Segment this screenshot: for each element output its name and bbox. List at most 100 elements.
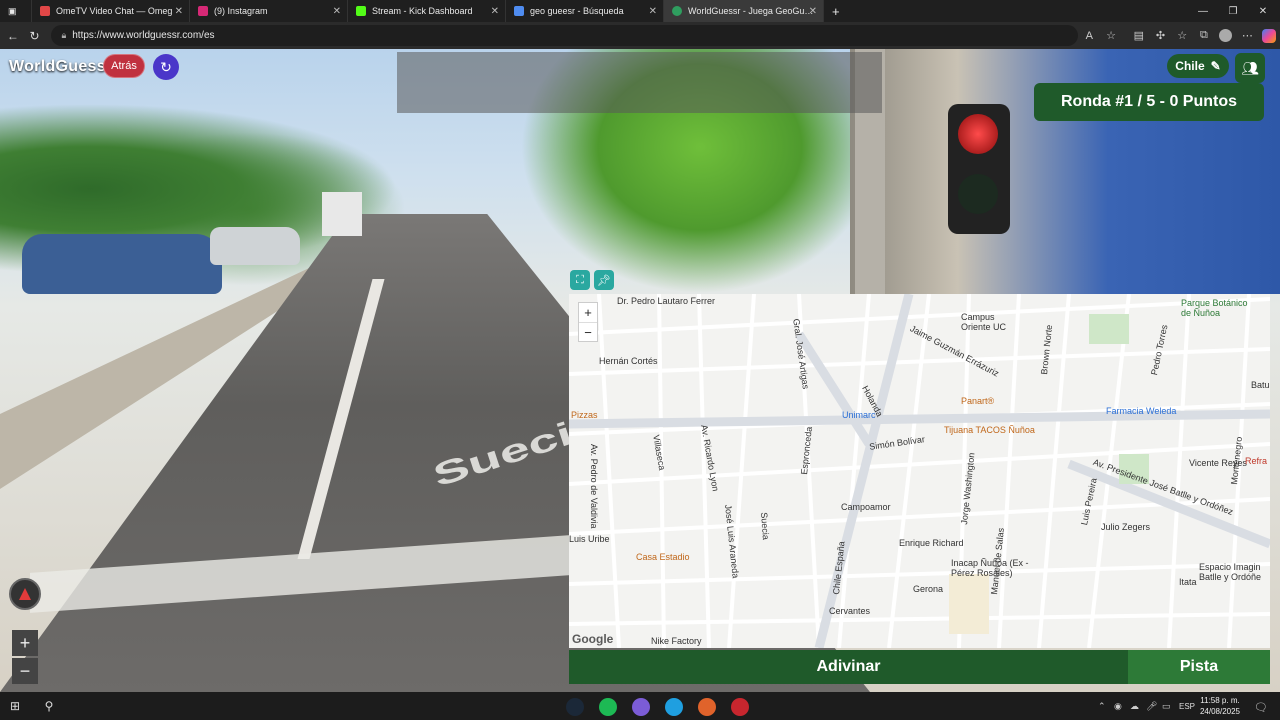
tray-chevron-icon[interactable]: ⌃ (1098, 701, 1106, 712)
map-street-label: Suecia (759, 512, 771, 541)
reload-icon: ↻ (29, 28, 40, 43)
close-window-button[interactable]: ✕ (1248, 0, 1278, 22)
system-clock[interactable]: 11:58 p. m. 24/08/2025 (1196, 695, 1244, 717)
compass[interactable] (9, 578, 41, 610)
favorite-button[interactable]: ☆ (1100, 25, 1122, 47)
tab-actions-icon: ▣ (8, 5, 17, 16)
close-icon[interactable]: ✕ (333, 6, 341, 17)
plus-icon: + (832, 3, 840, 19)
pin-map-button[interactable]: 📌︎ (594, 270, 614, 290)
url-input[interactable]: 🔒︎ https://www.worldguessr.com/es (51, 25, 1079, 46)
minus-icon: − (19, 660, 31, 681)
clock-time: 11:58 p. m. (1200, 696, 1240, 705)
worldguessr-logo[interactable]: WorldGuessr (9, 58, 112, 76)
start-button[interactable]: ⊞ (2, 693, 28, 719)
close-icon[interactable]: ✕ (491, 6, 499, 17)
profile-button[interactable] (1215, 25, 1237, 47)
game-area: Suecia WorldGuessr Atrás ↻ Chile ✎ 👥︎ Ro… (0, 49, 1280, 692)
notifications-icon[interactable]: 🗨︎ (1254, 701, 1268, 714)
tab-ometv[interactable]: OmeTV Video Chat — Omeg ✕ (32, 0, 190, 22)
plus-icon: + (19, 632, 31, 653)
puzzle-icon: ✣ (1155, 30, 1166, 42)
map-street-label: Hernán Cortés (599, 356, 658, 366)
close-icon[interactable]: ✕ (175, 6, 183, 17)
map-zoom-in-button[interactable]: + (579, 303, 597, 322)
search-button[interactable]: ⚲ (36, 693, 62, 719)
tab-instagram[interactable]: (9) Instagram ✕ (190, 0, 348, 22)
map-street-label: Gerona (913, 584, 944, 594)
browser-tab-bar: ▣ OmeTV Video Chat — Omeg ✕ (9) Instagra… (0, 0, 1280, 22)
back-to-menu-button[interactable]: Atrás (103, 54, 145, 78)
tab-label: OmeTV Video Chat — Omeg (56, 6, 173, 16)
favorites-button[interactable]: ☆ (1171, 25, 1193, 47)
map-poi-label: Pizzas (571, 410, 598, 420)
tab-worldguessr[interactable]: WorldGuessr - Juega GeoGuessr ✕ (664, 0, 824, 22)
street-zoom-out-button[interactable]: − (12, 658, 38, 684)
back-button[interactable]: ← (2, 25, 24, 47)
country-selector[interactable]: Chile ✎ (1167, 54, 1229, 78)
map-street-label: Cervantes (829, 606, 871, 616)
map-poi-label: Refra (1245, 456, 1268, 466)
street-zoom-in-button[interactable]: + (12, 630, 38, 656)
close-icon[interactable]: ✕ (649, 6, 657, 17)
tab-search[interactable]: geo gueesr - Búsqueda ✕ (506, 0, 664, 22)
extensions-button[interactable]: ✣ (1150, 25, 1172, 47)
tab-kick[interactable]: Stream - Kick Dashboard ✕ (348, 0, 506, 22)
windows-icon: ⊞ (9, 699, 21, 713)
map-poi-label: Tijuana TACOS Ñuñoa (944, 425, 1035, 435)
read-aloud-button[interactable]: A (1078, 25, 1100, 47)
tray-monitor-icon[interactable]: ▭ (1162, 701, 1171, 712)
discord-icon[interactable] (632, 698, 650, 716)
collections-button[interactable]: ⧉ (1193, 25, 1215, 47)
map-poi-label: Casa Estadio (636, 552, 690, 562)
expand-icon: ⛶ (576, 273, 584, 286)
map-toolbar: ⛶ 📌︎ (570, 270, 614, 290)
edge-icon[interactable] (665, 698, 683, 716)
tray-cloud-icon[interactable]: ☁ (1130, 701, 1139, 712)
maximize-button[interactable]: ❐ (1218, 0, 1248, 22)
menu-button[interactable]: ⋯ (1237, 25, 1259, 47)
worldguessr-favicon-icon (672, 6, 682, 16)
new-tab-button[interactable]: + (824, 0, 848, 22)
obs-icon[interactable] (731, 698, 749, 716)
traffic-light-red (958, 114, 998, 154)
map-street-label: Itata (1179, 577, 1197, 587)
tab-actions-button[interactable]: ▣ (0, 0, 32, 22)
input-language[interactable]: ESP (1179, 702, 1195, 711)
copilot-icon (1262, 28, 1277, 43)
map-poi-label: Unimarc (842, 410, 876, 420)
search-favicon-icon (514, 6, 524, 16)
guess-map[interactable]: Dr. Pedro Lautaro Ferrer Campus Oriente … (569, 294, 1270, 648)
map-zoom-out-button[interactable]: − (579, 322, 597, 341)
pencil-icon: ✎ (1210, 59, 1221, 73)
lock-icon: 🔒︎ (61, 30, 67, 40)
map-zoom-control: + − (578, 302, 598, 342)
party-button[interactable]: 👥︎ (1235, 53, 1265, 83)
tab-label: WorldGuessr - Juega GeoGuessr (688, 6, 815, 16)
restore-icon: ❐ (1228, 5, 1238, 17)
map-street-label: Dr. Pedro Lautaro Ferrer (617, 296, 716, 306)
tray-mic-icon[interactable]: 🎤︎ (1146, 701, 1157, 712)
traffic-light-green (958, 174, 998, 214)
copilot-button[interactable] (1258, 25, 1280, 47)
arrow-left-icon: ← (6, 28, 19, 43)
reload-button[interactable]: ↻ (24, 25, 46, 47)
app-icon[interactable] (698, 698, 716, 716)
tray-app-icon[interactable]: ◉ (1114, 701, 1122, 712)
hint-button[interactable]: Pista (1128, 650, 1270, 684)
url-text: https://www.worldguessr.com/es (72, 30, 215, 41)
minimize-button[interactable]: — (1188, 0, 1218, 22)
tab-label: geo gueesr - Búsqueda (530, 6, 624, 16)
close-icon[interactable]: ✕ (809, 6, 817, 17)
clock-date: 24/08/2025 (1199, 707, 1241, 716)
spotify-icon[interactable] (599, 698, 617, 716)
avatar-icon (1219, 29, 1233, 42)
map-street-label: Campoamor (841, 502, 891, 512)
instagram-favicon-icon (198, 6, 208, 16)
expand-map-button[interactable]: ⛶ (570, 270, 590, 290)
refresh-location-button[interactable]: ↻ (153, 54, 179, 80)
steam-icon[interactable] (566, 698, 584, 716)
split-screen-button[interactable]: ▤ (1128, 25, 1150, 47)
guess-button[interactable]: Adivinar (569, 650, 1128, 684)
map-place-label: Espacio Imagin Batlle y Ordóñe (1199, 562, 1262, 582)
